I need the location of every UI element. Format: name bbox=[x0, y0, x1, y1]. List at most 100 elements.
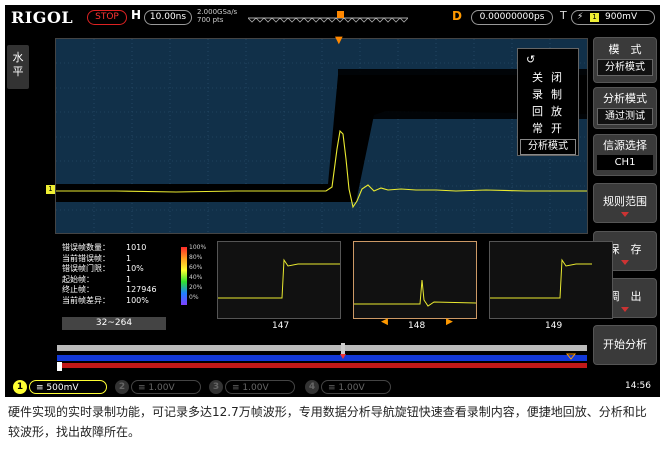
ch2-number[interactable]: 2 bbox=[115, 380, 129, 394]
waveform-plot bbox=[56, 39, 587, 233]
ch4-number[interactable]: 4 bbox=[305, 380, 319, 394]
analysis-mode-label: 分析模式 bbox=[603, 92, 647, 105]
source-select-button[interactable]: 信源选择 CH1 bbox=[593, 134, 657, 176]
trigger-channel-icon: 1 bbox=[590, 13, 599, 22]
color-scale-label: 40% bbox=[189, 274, 203, 281]
soft-key-menu: 模 式 分析模式 分析模式 通过测试 信源选择 CH1 规则范围 保 存 调 出… bbox=[591, 33, 659, 381]
delay-value[interactable]: 0.00000000ps bbox=[471, 10, 553, 25]
analysis-stats: 错误帧数量： 1010 当前错误帧： 1 错误帧门限： 10% 起始帧： 1 终止帧： 1… bbox=[62, 243, 182, 306]
color-scale-labels: 100% 80% 60% 40% 20% 0% bbox=[189, 243, 206, 303]
run-stop-indicator[interactable]: STOP bbox=[87, 10, 127, 25]
stat-label: 终止帧： bbox=[62, 285, 94, 294]
source-value: CH1 bbox=[597, 155, 653, 170]
ch3-scale[interactable]: ≡ 1.00V bbox=[225, 380, 295, 394]
stat-value: 1010 bbox=[126, 243, 147, 252]
analysis-mode-button[interactable]: 分析模式 通过测试 bbox=[593, 87, 657, 129]
stat-label: 当前帧差异： bbox=[62, 295, 110, 305]
stat-value: 1 bbox=[126, 274, 132, 284]
chevron-down-icon bbox=[621, 212, 629, 217]
stat-label: 当前错误帧： bbox=[62, 253, 110, 263]
knob-icon: ↺ bbox=[526, 53, 536, 66]
color-scale-label: 60% bbox=[189, 264, 203, 271]
ch4-scale[interactable]: ≡ 1.00V bbox=[321, 380, 391, 394]
ch1-scale[interactable]: ≡ 500mV bbox=[29, 380, 107, 394]
menu-item-analysis-mode[interactable]: 分析模式 bbox=[520, 139, 576, 155]
stat-label: 起始帧： bbox=[62, 274, 94, 284]
frame-number-prev: 147 bbox=[272, 321, 290, 331]
prev-frame-arrow-icon[interactable]: ◀ bbox=[381, 317, 388, 327]
mode-button[interactable]: 模 式 分析模式 bbox=[593, 37, 657, 83]
memory-depth-value: 700 pts bbox=[197, 16, 224, 24]
horizontal-side-tab[interactable]: 水 平 bbox=[7, 45, 29, 89]
ch1-level-marker[interactable]: 1 bbox=[46, 185, 55, 194]
sample-rate: 2.000GSa/s 700 pts bbox=[197, 8, 237, 24]
ch3-scale-value: 1.00V bbox=[242, 383, 269, 393]
menu-item-close[interactable]: 关闭 bbox=[532, 69, 572, 85]
timebase-value[interactable]: 10.00ns bbox=[144, 10, 192, 25]
side-tab-char-2: 平 bbox=[12, 65, 24, 78]
rule-range-button[interactable]: 规则范围 bbox=[593, 183, 657, 223]
chevron-down-icon bbox=[621, 260, 629, 265]
trigger-edge-icon: ⚡ bbox=[577, 12, 584, 22]
chevron-down-icon bbox=[621, 307, 629, 312]
stat-value: 10% bbox=[126, 264, 144, 273]
stat-error-threshold: 错误帧门限： 10% bbox=[62, 264, 182, 275]
ch3-number[interactable]: 3 bbox=[209, 380, 223, 394]
frame-thumbnail-next[interactable] bbox=[489, 241, 613, 319]
color-scale-label: 20% bbox=[189, 284, 203, 291]
trigger-level-value: 900mV bbox=[605, 12, 638, 22]
stat-label: 错误帧数量： bbox=[62, 243, 110, 252]
frame-number-current: 148 bbox=[408, 321, 426, 331]
start-analysis-button[interactable]: 开始分析 bbox=[593, 325, 657, 365]
stat-frame-diff: 当前帧差异： 100% bbox=[62, 296, 182, 307]
color-scale-bar bbox=[181, 247, 187, 305]
rule-range-label: 规则范围 bbox=[603, 195, 647, 208]
ch2-scale-value: 1.00V bbox=[148, 383, 175, 393]
stat-end-frame: 终止帧： 127946 bbox=[62, 285, 182, 296]
frame-number-next: 149 bbox=[545, 321, 563, 331]
stat-label: 错误帧门限： bbox=[62, 264, 110, 273]
analysis-mode-value: 通过测试 bbox=[597, 108, 653, 125]
stat-start-frame: 起始帧： 1 bbox=[62, 275, 182, 286]
stat-value: 1 bbox=[126, 253, 132, 263]
ch1-number[interactable]: 1 bbox=[13, 380, 27, 394]
horizontal-label: H bbox=[131, 8, 142, 22]
source-label: 信源选择 bbox=[603, 139, 647, 152]
record-mode-menu: ↺ 关闭 录制 回放 常开 分析模式 bbox=[517, 48, 579, 156]
frame-thumbnail-prev[interactable] bbox=[217, 241, 341, 319]
stat-value: 100% bbox=[126, 295, 149, 305]
brand-logo: RIGOL bbox=[11, 8, 74, 27]
stat-error-count: 错误帧数量： 1010 bbox=[62, 243, 182, 254]
trigger-label: T bbox=[560, 9, 567, 22]
color-scale-label: 100% bbox=[189, 244, 207, 251]
side-tab-char-1: 水 bbox=[12, 51, 24, 64]
caption-text: 硬件实现的实时录制功能，可记录多达12.7万帧波形，专用数据分析导航旋钮快速查看… bbox=[8, 405, 647, 439]
color-scale-label: 0% bbox=[189, 294, 199, 301]
ch1-scale-value: 500mV bbox=[46, 383, 79, 393]
ch2-scale[interactable]: ≡ 1.00V bbox=[131, 380, 201, 394]
status-bar: RIGOL STOP H 10.00ns 2.000GSa/s 700 pts … bbox=[5, 5, 660, 29]
next-frame-arrow-icon[interactable]: ▶ bbox=[446, 317, 453, 327]
menu-item-always-on[interactable]: 常开 bbox=[532, 120, 572, 136]
channel-bar: 1 ≡ 500mV 2 ≡ 1.00V 3 ≡ 1.00V 4 ≡ 1.00V … bbox=[5, 377, 660, 397]
mode-value: 分析模式 bbox=[597, 59, 653, 76]
menu-item-playback[interactable]: 回放 bbox=[532, 103, 572, 119]
frame-thumbnails bbox=[217, 241, 613, 319]
frame-thumbnail-current[interactable] bbox=[353, 241, 477, 319]
clock: 14:56 bbox=[625, 381, 651, 391]
color-scale-label: 80% bbox=[189, 254, 203, 261]
sample-rate-value: 2.000GSa/s bbox=[197, 8, 238, 16]
stat-current-error: 当前错误帧： 1 bbox=[62, 254, 182, 265]
waveform-grid[interactable] bbox=[55, 38, 588, 234]
trigger-level[interactable]: ⚡ 1 900mV bbox=[571, 10, 655, 25]
trigger-position-ruler bbox=[248, 11, 408, 23]
mode-title: 模 式 bbox=[608, 43, 642, 56]
frame-range-tab: 32~264 bbox=[62, 317, 166, 330]
frame-navigation-bar[interactable] bbox=[57, 343, 587, 373]
ch4-scale-value: 1.00V bbox=[338, 383, 365, 393]
oscilloscope-screen: RIGOL STOP H 10.00ns 2.000GSa/s 700 pts … bbox=[5, 5, 660, 397]
stat-value: 127946 bbox=[126, 285, 157, 294]
delay-label: D bbox=[452, 9, 462, 23]
menu-item-record[interactable]: 录制 bbox=[532, 86, 572, 102]
trigger-position-marker: ▼ bbox=[335, 35, 343, 46]
